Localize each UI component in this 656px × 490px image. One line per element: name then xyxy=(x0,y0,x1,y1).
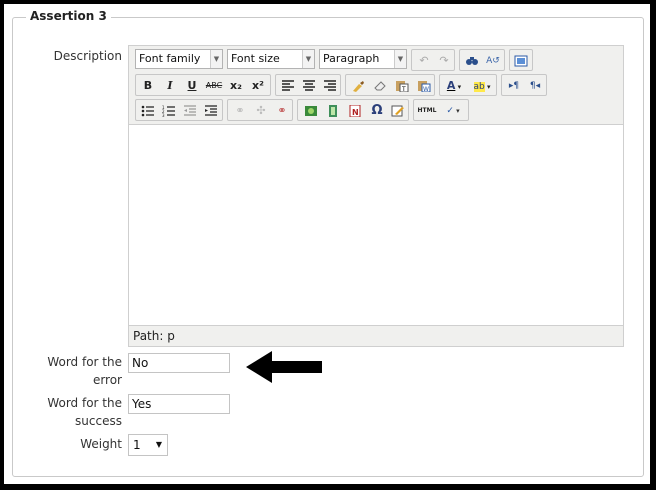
fullscreen-group xyxy=(509,49,533,71)
italic-icon[interactable]: I xyxy=(160,76,180,96)
weight-label: Weight xyxy=(80,437,122,451)
numbered-list-icon[interactable]: 123 xyxy=(159,101,179,121)
align-left-icon[interactable] xyxy=(278,76,298,96)
html-icon[interactable]: HTML xyxy=(416,101,438,121)
unlink-icon[interactable]: ✣ xyxy=(251,101,271,121)
svg-text:T: T xyxy=(401,86,406,92)
success-word-label-line1: Word for the xyxy=(47,396,122,410)
anchor-icon[interactable]: ⚭ xyxy=(272,101,292,121)
rich-text-editor: Font family ▼ Font size ▼ Paragraph ▼ ↶ … xyxy=(128,45,624,347)
outdent-icon[interactable] xyxy=(180,101,200,121)
svg-text:W: W xyxy=(423,86,429,92)
search-group: A↺ xyxy=(459,49,505,71)
spellcheck-icon[interactable]: ✓ ▾ xyxy=(439,101,467,121)
format-select[interactable]: Paragraph ▼ xyxy=(319,49,407,69)
chevron-down-icon: ▼ xyxy=(394,50,406,68)
find-icon[interactable] xyxy=(462,51,482,71)
fullscreen-icon[interactable] xyxy=(511,51,531,71)
error-word-label-line1: Word for the xyxy=(47,355,122,369)
chevron-down-icon: ▼ xyxy=(302,50,314,68)
clipboard-group: T W xyxy=(345,74,435,96)
link-icon[interactable]: ⚭ xyxy=(230,101,250,121)
success-word-label-line2: success xyxy=(75,414,122,428)
svg-text:3: 3 xyxy=(162,113,165,117)
history-group: ↶ ↷ xyxy=(411,49,455,71)
insert-group: N Ω xyxy=(297,99,409,121)
format-value: Paragraph xyxy=(323,52,380,65)
error-word-input[interactable]: No xyxy=(128,353,230,373)
subscript-icon[interactable]: x₂ xyxy=(226,76,246,96)
tools-group: HTML ✓ ▾ xyxy=(413,99,469,121)
text-color-icon[interactable]: A ▾ xyxy=(441,76,467,96)
error-word-label-line2: error xyxy=(92,373,122,387)
weight-select[interactable]: 1 ▼ xyxy=(128,434,168,456)
font-size-select[interactable]: Font size ▼ xyxy=(227,49,315,69)
chevron-down-icon: ▼ xyxy=(210,50,222,68)
direction-group: ▸¶ ¶◂ xyxy=(501,74,547,96)
special-char-icon[interactable]: Ω xyxy=(367,101,387,121)
arrow-left-icon xyxy=(246,351,322,383)
media-icon[interactable] xyxy=(323,101,343,121)
svg-text:N: N xyxy=(352,108,359,117)
editor-content-area[interactable] xyxy=(129,124,623,326)
paste-text-icon[interactable]: T xyxy=(392,76,412,96)
bold-icon[interactable]: B xyxy=(138,76,158,96)
nolink-icon[interactable]: N xyxy=(345,101,365,121)
description-label: Description xyxy=(53,49,122,63)
bullet-list-icon[interactable] xyxy=(138,101,158,121)
indent-icon[interactable] xyxy=(201,101,221,121)
align-group xyxy=(275,74,341,96)
font-family-value: Font family xyxy=(139,52,201,65)
eraser-icon[interactable] xyxy=(370,76,390,96)
paste-word-icon[interactable]: W xyxy=(414,76,434,96)
align-right-icon[interactable] xyxy=(320,76,340,96)
cleanup-icon[interactable] xyxy=(348,76,368,96)
redo-icon[interactable]: ↷ xyxy=(434,51,454,71)
highlight-color-icon[interactable]: ab ▾ xyxy=(469,76,495,96)
chevron-down-icon: ▼ xyxy=(155,440,162,449)
fieldset-legend: Assertion 3 xyxy=(26,9,111,23)
strikethrough-icon[interactable]: ABC xyxy=(204,76,224,96)
text-style-group: B I U ABC x₂ x² xyxy=(135,74,271,96)
editor-path: Path: p xyxy=(133,329,175,343)
success-word-label: Word for the success xyxy=(34,394,122,430)
font-size-value: Font size xyxy=(231,52,280,65)
color-group: A ▾ ab ▾ xyxy=(439,74,497,96)
error-word-label: Word for the error xyxy=(34,353,122,389)
success-word-input[interactable]: Yes xyxy=(128,394,230,414)
weight-value: 1 xyxy=(133,438,141,452)
list-group: 123 xyxy=(135,99,223,121)
link-group: ⚭ ✣ ⚭ xyxy=(227,99,293,121)
underline-icon[interactable]: U xyxy=(182,76,202,96)
replace-icon[interactable]: A↺ xyxy=(483,51,503,71)
page-frame: Assertion 3 Description Font family ▼ Fo… xyxy=(4,4,650,484)
undo-icon[interactable]: ↶ xyxy=(414,51,434,71)
ltr-icon[interactable]: ▸¶ xyxy=(504,76,524,96)
rtl-icon[interactable]: ¶◂ xyxy=(525,76,545,96)
font-family-select[interactable]: Font family ▼ xyxy=(135,49,223,69)
superscript-icon[interactable]: x² xyxy=(248,76,268,96)
edit-icon[interactable] xyxy=(388,101,408,121)
align-center-icon[interactable] xyxy=(299,76,319,96)
image-icon[interactable] xyxy=(301,101,321,121)
